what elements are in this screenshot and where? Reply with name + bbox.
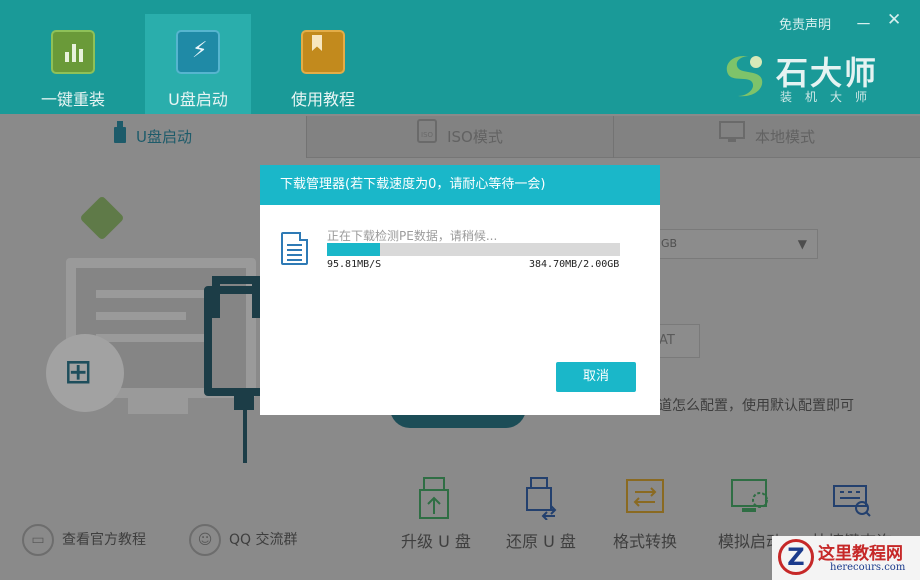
tab-usb-boot[interactable]: U盘启动 [0, 116, 307, 158]
tool-upgrade-usb[interactable]: 升级 U 盘 [394, 476, 478, 552]
qq-group-label: QQ 交流群 [229, 532, 298, 548]
dialog-title: 下载管理器(若下载速度为0，请耐心等待一会) [260, 165, 660, 205]
brand-logo: 石大师 装机大师 [720, 48, 890, 104]
site-watermark: Z 这里教程网 herecours.com [772, 536, 920, 580]
mode-tabs: U盘启动 ISO ISO模式 本地模式 [0, 116, 920, 158]
tool-restore-usb-label: 还原 U 盘 [506, 532, 576, 551]
usb-cable-illustration [243, 408, 247, 463]
tool-format-convert[interactable]: 格式转换 [603, 476, 687, 552]
usb-restore-icon [521, 476, 561, 521]
nav-reinstall-label: 一键重装 [40, 90, 105, 109]
tab-local-mode-label: 本地模式 [754, 128, 815, 146]
nav-tutorial[interactable]: 使用教程 [270, 14, 376, 114]
group-icon: ☺ [189, 524, 221, 556]
close-icon[interactable]: ✕ [887, 10, 901, 30]
nav-tutorial-label: 使用教程 [290, 90, 355, 109]
qq-group-link[interactable]: ☺ QQ 交流群 [189, 523, 298, 557]
watermark-url: herecours.com [830, 562, 906, 573]
download-status-text: 正在下载检测PE数据，请稍候... [327, 229, 498, 243]
stone-logo-icon [726, 56, 763, 97]
format-select-value: AT [659, 333, 675, 348]
official-tutorial-label: 查看官方教程 [62, 532, 146, 548]
minimize-icon[interactable]: － [855, 10, 872, 35]
download-size: 384.70MB/2.00GB [529, 259, 620, 270]
cancel-button[interactable]: 取消 [556, 362, 636, 392]
book-icon: ▭ [22, 524, 54, 556]
tool-format-convert-label: 格式转换 [612, 532, 677, 551]
tool-upgrade-usb-label: 升级 U 盘 [401, 532, 471, 551]
tab-iso-mode-label: ISO模式 [447, 128, 503, 146]
simulate-boot-icon [730, 476, 770, 520]
diamond-decoration-icon [79, 195, 125, 241]
watermark-title: 这里教程网 [818, 544, 903, 564]
svg-text:ISO: ISO [421, 131, 434, 139]
usb-drive-illustration [204, 286, 268, 396]
iso-icon: ISO [417, 117, 438, 159]
download-speed: 95.81MB/S [327, 259, 382, 270]
capacity-select-value: GB [661, 237, 678, 250]
watermark-logo-icon: Z [778, 539, 814, 575]
disclaimer-link[interactable]: 免责声明 [779, 14, 831, 33]
tab-usb-boot-label: U盘启动 [136, 128, 192, 146]
capacity-select[interactable]: GB ▼ [650, 229, 818, 259]
usb-upgrade-icon [416, 476, 456, 520]
download-progress-fill [327, 243, 380, 256]
config-hint: 道怎么配置，使用默认配置即可 [658, 398, 854, 414]
nav-usb-boot[interactable]: ⚡ U盘启动 [145, 14, 251, 114]
download-manager-dialog: 下载管理器(若下载速度为0，请耐心等待一会) 正在下载检测PE数据，请稍候...… [260, 165, 660, 415]
tutorial-icon [301, 30, 345, 74]
download-progress-bar [327, 243, 620, 256]
nav-reinstall[interactable]: 一键重装 [20, 14, 126, 114]
brand-subtitle: 装机大师 [780, 90, 881, 104]
chevron-down-icon: ▼ [797, 237, 807, 251]
computer-stand [128, 398, 188, 414]
document-icon [281, 232, 308, 265]
tab-local-mode[interactable]: 本地模式 [614, 116, 920, 158]
tab-iso-mode[interactable]: ISO ISO模式 [307, 116, 614, 158]
windows-logo-icon: ⊞ [46, 334, 124, 412]
official-tutorial-link[interactable]: ▭ 查看官方教程 [22, 523, 146, 557]
usb-icon [114, 117, 126, 159]
format-convert-icon [625, 476, 665, 520]
usb-boot-icon: ⚡ [176, 30, 220, 74]
tool-restore-usb[interactable]: 还原 U 盘 [499, 476, 583, 552]
nav-usb-boot-label: U盘启动 [168, 90, 228, 109]
reinstall-icon [51, 30, 95, 74]
top-header: 一键重装 ⚡ U盘启动 使用教程 免责声明 － ✕ 石大师 装机大师 [0, 0, 920, 114]
shortcut-query-icon [832, 476, 872, 520]
monitor-icon [718, 117, 745, 159]
